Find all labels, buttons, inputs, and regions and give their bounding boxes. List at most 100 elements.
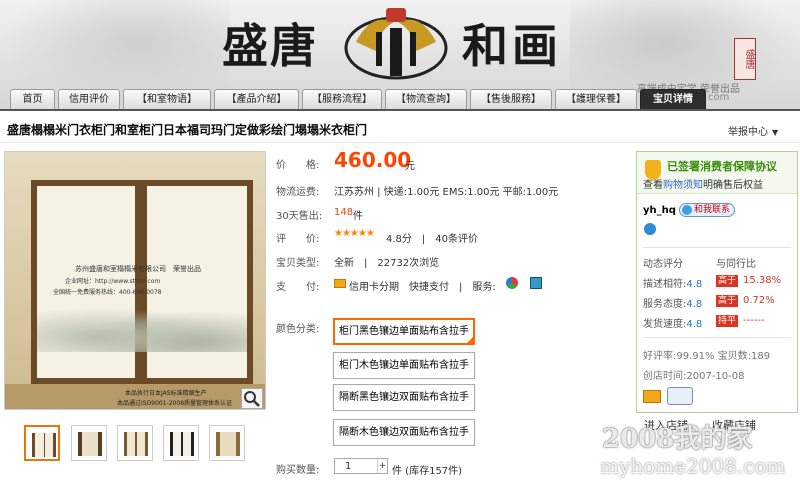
- protection-note-prefix: 查看: [643, 180, 663, 191]
- option-partition-wood-double[interactable]: 隔断木色镶边双面贴布含拉手: [333, 419, 475, 446]
- image-caption-standard: 本品执行日本JAS标准精细生产: [125, 390, 207, 397]
- quantity-label: 购买数量:: [276, 465, 320, 476]
- compare-percent: 15.38%: [743, 275, 782, 286]
- option-cabinet-wood-single[interactable]: 柜门木色镶边单面贴布含拉手: [333, 352, 475, 379]
- product-title: 盛唐榻榻米门衣柜门和室柜门日本福司玛门定做彩绘门塌塌米衣柜门: [7, 123, 368, 137]
- credit-card-icon: [643, 390, 661, 403]
- contact-seller-button[interactable]: 和我联系: [679, 203, 736, 217]
- thumbnail-5[interactable]: [209, 425, 245, 461]
- shipping-label: 物流运费:: [276, 187, 320, 198]
- option-cabinet-black-single[interactable]: 柜门黑色镶边单面贴布含拉手: [333, 318, 475, 345]
- rating-stars: ★★★★★: [334, 228, 375, 239]
- nav-tab-story[interactable]: 【和室物语】: [123, 89, 211, 109]
- good-rate-and-item-count: 好评率:99.91% 宝贝数:189: [643, 351, 771, 362]
- compare-percent: ------: [743, 315, 765, 326]
- sold-label: 30天售出:: [276, 211, 323, 222]
- shop-badge-icon: [667, 387, 693, 405]
- color-category-label: 颜色分类:: [276, 324, 320, 335]
- enter-shop-button[interactable]: 进入店铺: [644, 417, 688, 433]
- chevron-down-icon: ▼: [772, 128, 779, 137]
- price-label: 价 格:: [276, 160, 320, 171]
- thumbnail-2[interactable]: [71, 425, 107, 461]
- image-caption-company: 苏州盛唐和室榻榻米有限公司 荣誉出品: [75, 265, 201, 273]
- score-row-label: 描述相符:4.8: [643, 275, 702, 290]
- image-caption-hotline: 全国统一免费服务热线：400-606-0078: [53, 289, 162, 296]
- nav-tab-after-sales[interactable]: 【售後服務】: [470, 89, 552, 109]
- watermark-line-2: myhome2008.com: [600, 454, 786, 478]
- compare-tag: 持平: [716, 315, 739, 327]
- service-guarantee-icon[interactable]: [506, 277, 518, 289]
- zoom-button[interactable]: [241, 388, 263, 409]
- compare-percent: 0.72%: [743, 295, 775, 306]
- site-watermark: 2008我的家 myhome2008.com: [596, 418, 800, 480]
- price-value: 460.00: [334, 148, 412, 172]
- nav-tab-care[interactable]: 【護理保養】: [555, 89, 637, 109]
- shipping-info: 江苏苏州 | 快递:1.00元 EMS:1.00元 平邮:1.00元: [334, 187, 559, 198]
- seller-name[interactable]: yh_hq: [643, 205, 676, 216]
- quantity-stepper: +: [334, 458, 388, 474]
- score-label: 发货速度:: [643, 319, 687, 330]
- report-center-link[interactable]: 举报中心 ▼: [728, 123, 778, 138]
- thumbnail-3[interactable]: [117, 425, 153, 461]
- title-divider: [0, 142, 800, 143]
- nav-tab-service-flow[interactable]: 【服務流程】: [302, 89, 382, 109]
- rating-summary[interactable]: 4.8分 | 40条评价: [386, 230, 478, 245]
- shop-logo-text-right: 和画: [462, 19, 562, 73]
- image-caption-iso: 本品通过ISO9001-2008质量管理体系认证: [117, 400, 233, 407]
- service-badge-icon[interactable]: [530, 277, 542, 289]
- shop-created-date: 创店时间:2007-10-08: [643, 371, 745, 382]
- industry-compare-title: 与同行比: [716, 259, 756, 270]
- price-unit: 元: [405, 161, 415, 172]
- score-row-label: 服务态度:4.8: [643, 295, 702, 310]
- seller-divider: [643, 337, 791, 338]
- payment-info: 信用卡分期 快捷支付 | 服务:: [349, 282, 496, 293]
- image-caption-website: 企业网址：http://www.stttm.com: [65, 278, 161, 285]
- seller-credit-icon: [644, 223, 656, 235]
- nav-tab-reviews[interactable]: 信用评价: [58, 89, 120, 109]
- score-value: 4.8: [686, 279, 703, 290]
- nav-underline: [0, 109, 800, 111]
- favorite-shop-button[interactable]: 收藏店铺: [712, 417, 756, 433]
- quantity-unit-stock: 件 (库存157件): [392, 466, 463, 477]
- shopping-notice-link[interactable]: 购物须知: [663, 180, 703, 191]
- red-seal-stamp: 盛唐: [734, 38, 756, 80]
- score-row-label: 发货速度:4.8: [643, 315, 702, 330]
- protection-note: 查看购物须知明确售后权益: [643, 176, 763, 191]
- contact-seller-label: 和我联系: [694, 205, 731, 215]
- protection-title: 已签署消费者保障协议: [667, 160, 777, 173]
- report-center-label: 举报中心: [728, 127, 768, 138]
- rating-label: 评 价:: [276, 234, 320, 245]
- sold-count: 148: [334, 207, 354, 218]
- thumbnail-1[interactable]: [24, 425, 60, 461]
- score-value: 4.8: [686, 319, 703, 330]
- chat-icon: [682, 205, 692, 215]
- score-label: 描述相符:: [643, 279, 687, 290]
- landscape-painting: [37, 302, 247, 352]
- quantity-input[interactable]: [335, 459, 379, 473]
- quantity-increase-button[interactable]: +: [377, 459, 387, 473]
- compare-tag: 高于: [716, 275, 739, 287]
- shop-logo-text-left: 盛唐: [222, 19, 318, 73]
- nav-tab-item-detail[interactable]: 宝贝详情: [640, 89, 706, 109]
- nav-tab-home[interactable]: 首页: [10, 89, 55, 109]
- magnifier-icon: [244, 391, 260, 407]
- nav-tab-logistics[interactable]: 【物流查詢】: [385, 89, 467, 109]
- compare-tag: 高于: [716, 295, 739, 307]
- dynamic-score-title: 动态评分: [643, 259, 683, 270]
- option-partition-black-double[interactable]: 隔断黑色镶边双面贴布含拉手: [333, 384, 475, 411]
- thumbnail-4[interactable]: [163, 425, 199, 461]
- type-info: 全新 | 22732次浏览: [334, 258, 440, 269]
- credit-card-icon: [334, 279, 346, 288]
- seller-panel: 已签署消费者保障协议 查看购物须知明确售后权益 yh_hq 和我联系 动态评分 …: [636, 151, 798, 413]
- nav-tab-products[interactable]: 【產品介紹】: [214, 89, 299, 109]
- shop-logo-emblem: [344, 8, 448, 80]
- shop-nav-bar: 首页 信用评价 【和室物语】 【產品介紹】 【服務流程】 【物流查詢】 【售後服…: [0, 88, 800, 110]
- score-value: 4.8: [686, 299, 703, 310]
- thumbnail-strip: [24, 425, 254, 461]
- product-main-image[interactable]: 苏州盛唐和室榻榻米有限公司 荣誉出品 企业网址：http://www.stttm…: [4, 151, 266, 410]
- seller-divider: [643, 247, 791, 248]
- protection-note-suffix: 明确售后权益: [703, 180, 763, 191]
- protection-header: 已签署消费者保障协议 查看购物须知明确售后权益: [637, 152, 797, 194]
- payment-label: 支 付:: [276, 282, 320, 293]
- score-label: 服务态度:: [643, 299, 687, 310]
